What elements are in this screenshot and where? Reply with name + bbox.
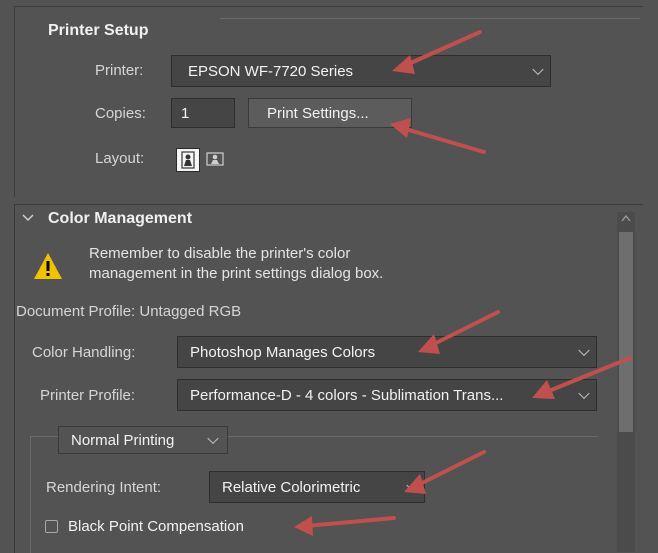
arrow-color-handling (418, 310, 500, 354)
arrow-black-point (294, 516, 396, 536)
arrow-printer (392, 30, 482, 74)
arrow-rendering-intent (404, 450, 486, 494)
annotation-arrows (294, 30, 632, 536)
arrow-print-settings (390, 118, 486, 154)
arrow-printer-profile (532, 356, 632, 399)
